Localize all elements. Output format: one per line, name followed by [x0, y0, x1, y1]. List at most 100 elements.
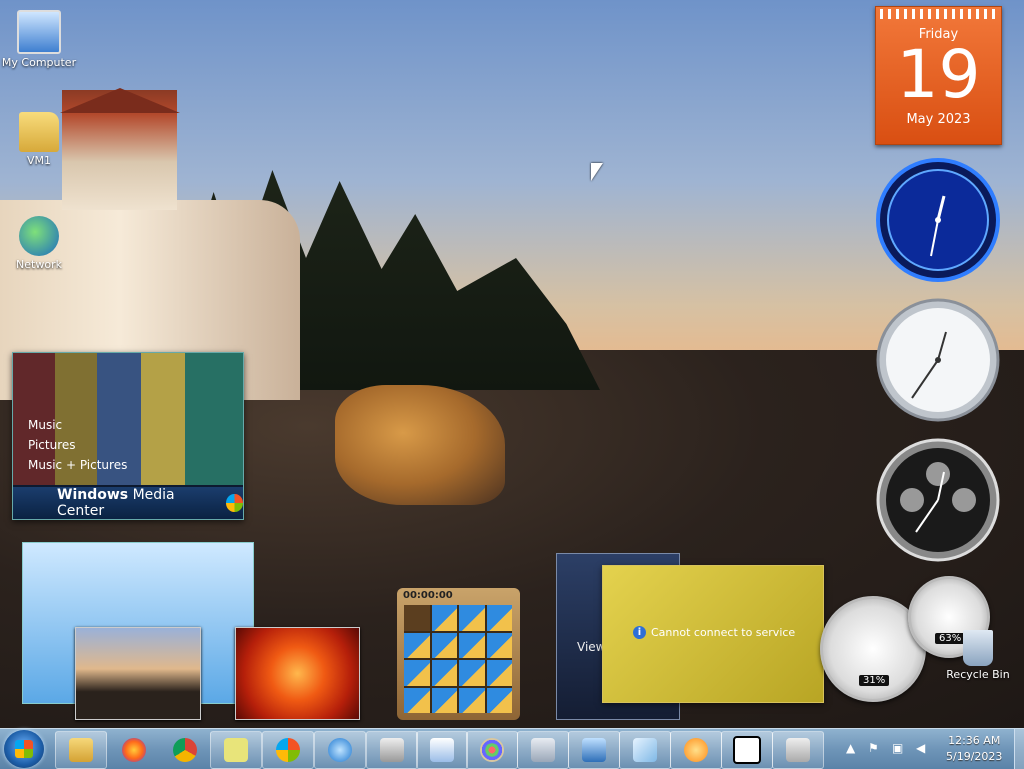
windows-logo-icon [226, 494, 243, 512]
media-center-item-pictures[interactable]: Pictures [28, 435, 127, 455]
desktop-icon-recycle-bin[interactable]: Recycle Bin [940, 630, 1016, 681]
recycle-bin-icon [963, 630, 993, 666]
desktop-icon-label: VM1 [26, 154, 51, 167]
currency-gadget[interactable]: i Cannot connect to service [602, 565, 824, 703]
taskbar-clock-time: 12:36 AM [948, 734, 1001, 747]
puzzle-tile[interactable] [404, 687, 430, 713]
desktop-icon-label: Recycle Bin [946, 668, 1010, 681]
internet-explorer-icon [328, 738, 352, 762]
media-center-item-music[interactable]: Music [28, 415, 127, 435]
start-button[interactable] [4, 730, 44, 768]
taskbar-calculator-button[interactable] [517, 731, 569, 769]
computer-icon [17, 10, 61, 54]
puzzle-tile[interactable] [431, 687, 457, 713]
lighthouse-thumbnail[interactable] [75, 627, 201, 720]
puzzle-tile[interactable] [459, 605, 485, 631]
taskbar: ▲ ⚑ ▣ ◀ 12:36 AM 5/19/2023 [0, 728, 1024, 769]
calendar-gadget[interactable]: Friday 19 May 2023 [875, 6, 1002, 145]
puzzle-tile[interactable] [431, 660, 457, 686]
show-hidden-icons-icon[interactable]: ▲ [846, 741, 860, 755]
chrome-icon [173, 738, 197, 762]
puzzle-grid [404, 605, 512, 713]
puzzle-tile[interactable] [486, 605, 512, 631]
taskbar-on-screen-keyboard-button[interactable] [366, 731, 418, 769]
system-tray: ▲ ⚑ ▣ ◀ 12:36 AM 5/19/2023 [838, 729, 1024, 769]
flower-thumbnail[interactable] [235, 627, 360, 720]
puzzle-tile[interactable] [404, 605, 430, 631]
currency-message-text: Cannot connect to service [651, 626, 796, 639]
taskbar-clock-date: 5/19/2023 [946, 750, 1003, 763]
show-desktop-button[interactable] [1014, 729, 1024, 769]
media-center-brand: Windows [57, 487, 129, 503]
media-center-footer: Windows Media Center [13, 487, 243, 519]
desktop-icon-label: My Computer [1, 56, 77, 69]
tablet-input-icon [786, 738, 810, 762]
taskbar-snipping-tool-button[interactable] [619, 731, 671, 769]
wordpad-icon [430, 738, 454, 762]
mouse-cursor-icon [591, 163, 603, 181]
media-player-icon [684, 738, 708, 762]
taskbar-remote-desktop-button[interactable] [568, 731, 620, 769]
puzzle-tile[interactable] [486, 687, 512, 713]
remote-desktop-icon [582, 738, 606, 762]
taskbar-clock[interactable]: 12:36 AM 5/19/2023 [946, 733, 1002, 765]
volume-muted-icon[interactable]: ◀ [916, 741, 930, 755]
lighthouse-roof [60, 88, 180, 113]
desktop-icon-my-computer[interactable]: My Computer [1, 10, 77, 69]
media-center-title: Windows Media Center [57, 487, 212, 519]
puzzle-tile[interactable] [486, 632, 512, 658]
firefox-icon [122, 738, 146, 762]
puzzle-tile[interactable] [459, 660, 485, 686]
puzzle-tile[interactable] [431, 632, 457, 658]
currency-message: i Cannot connect to service [633, 626, 795, 639]
taskbar-7zip-button[interactable] [721, 731, 773, 769]
taskbar-chrome-button[interactable] [159, 731, 211, 769]
puzzle-tile[interactable] [404, 632, 430, 658]
on-screen-keyboard-icon [380, 738, 404, 762]
puzzle-tile[interactable] [459, 632, 485, 658]
calendar-day-number: 19 [896, 36, 981, 113]
7zip-icon [733, 736, 761, 764]
taskbar-tablet-input-button[interactable] [772, 731, 824, 769]
taskbar-firefox-button[interactable] [108, 731, 160, 769]
desktop[interactable]: My Computer VM1 Network Friday 19 May 20… [0, 0, 1024, 728]
taskbar-paint-button[interactable] [466, 731, 518, 769]
taskbar-wordpad-button[interactable] [416, 731, 468, 769]
action-center-flag-icon[interactable]: ⚑ [868, 741, 882, 755]
puzzle-tile[interactable] [404, 660, 430, 686]
sticky-notes-icon [224, 738, 248, 762]
taskbar-windows-update-button[interactable] [262, 731, 314, 769]
clock-gadget-blue[interactable] [876, 158, 1000, 282]
desktop-icon-vm1[interactable]: VM1 [1, 112, 77, 167]
desktop-icon-network[interactable]: Network [1, 216, 77, 271]
puzzle-tile[interactable] [486, 660, 512, 686]
calendar-month-year: May 2023 [906, 112, 971, 127]
desktop-icon-label: Network [16, 258, 62, 271]
explorer-icon [69, 738, 93, 762]
puzzle-timer: 00:00:00 [403, 590, 453, 601]
lit-rock-background [335, 385, 505, 505]
clock-gadget-black[interactable] [876, 438, 1000, 562]
media-center-list: Music Pictures Music + Pictures [28, 415, 127, 475]
picture-puzzle-gadget[interactable]: 00:00:00 [397, 588, 520, 720]
media-center-item-music-pictures[interactable]: Music + Pictures [28, 455, 127, 475]
cpu-usage-readout: 31% [859, 675, 890, 686]
taskbar-internet-explorer-button[interactable] [314, 731, 366, 769]
paint-icon [480, 738, 504, 762]
calendar-rings [880, 9, 997, 19]
windows-update-icon [276, 738, 300, 762]
network-icon [19, 216, 59, 256]
taskbar-sticky-notes-button[interactable] [210, 731, 262, 769]
user-folder-icon [19, 112, 59, 152]
puzzle-tile[interactable] [431, 605, 457, 631]
taskbar-media-player-button[interactable] [670, 731, 722, 769]
network-tray-icon[interactable]: ▣ [892, 741, 906, 755]
calculator-icon [531, 738, 555, 762]
puzzle-tile[interactable] [459, 687, 485, 713]
taskbar-explorer-button[interactable] [55, 731, 107, 769]
clock-gadget-silver[interactable] [876, 298, 1000, 422]
info-icon: i [633, 626, 646, 639]
snipping-tool-icon [633, 738, 657, 762]
windows-logo-icon [15, 740, 33, 758]
media-center-gadget[interactable]: Music Pictures Music + Pictures Windows … [12, 352, 244, 520]
